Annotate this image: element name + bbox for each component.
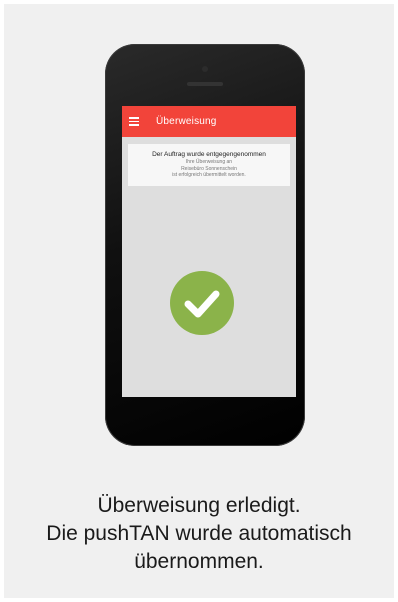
- caption-line: übernommen.: [134, 550, 264, 573]
- confirmation-message: Der Auftrag wurde entgegengenommen Ihre …: [128, 144, 290, 186]
- message-title: Der Auftrag wurde entgegengenommen: [152, 151, 266, 158]
- app-title: Überweisung: [156, 116, 217, 127]
- caption-line: Die pushTAN wurde automatisch: [46, 522, 352, 545]
- message-line: ist erfolgreich übermittelt worden.: [172, 172, 246, 179]
- phone-speaker: [187, 82, 223, 86]
- message-line: Ihre Überweisung an: [185, 159, 233, 165]
- check-circle-icon: [170, 271, 234, 335]
- front-camera: [202, 66, 208, 72]
- caption-text: Überweisung erledigt. Die pushTAN wurde …: [4, 492, 394, 576]
- phone-screen: Überweisung Der Auftrag wurde entgegenge…: [122, 106, 296, 397]
- app-bar: Überweisung: [122, 106, 296, 137]
- phone-mockup: Überweisung Der Auftrag wurde entgegenge…: [105, 44, 305, 446]
- message-line: Reisebüro Sonnenschein: [181, 165, 237, 172]
- menu-icon[interactable]: [129, 115, 139, 128]
- caption-line: Überweisung erledigt.: [97, 494, 301, 517]
